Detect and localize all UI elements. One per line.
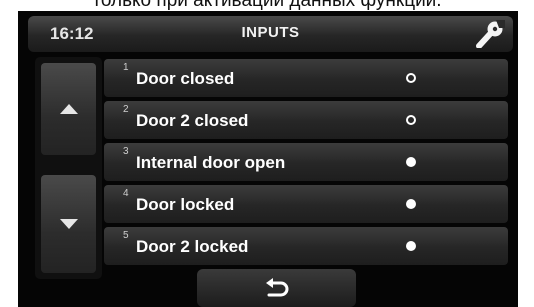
scroll-down-button[interactable] bbox=[41, 175, 96, 273]
status-indicator-off bbox=[406, 73, 416, 83]
back-button[interactable] bbox=[197, 269, 356, 307]
back-arrow-icon bbox=[265, 278, 288, 297]
input-label: Door closed bbox=[136, 69, 235, 88]
input-label: Door 2 locked bbox=[136, 237, 249, 256]
scroll-panel bbox=[35, 57, 102, 279]
input-row[interactable]: 4 Door locked bbox=[104, 185, 508, 223]
status-indicator-on bbox=[406, 157, 416, 167]
input-number: 5 bbox=[123, 230, 129, 241]
wrench-icon[interactable] bbox=[475, 20, 505, 49]
input-row[interactable]: 5 Door 2 locked bbox=[104, 227, 508, 265]
input-number: 1 bbox=[123, 62, 129, 73]
page-caption: только при активации данных функций. bbox=[92, 0, 442, 11]
header-bar: 16:12 INPUTS bbox=[28, 16, 513, 52]
page-title: INPUTS bbox=[241, 24, 300, 41]
status-indicator-on bbox=[406, 241, 416, 251]
input-row[interactable]: 2 Door 2 closed bbox=[104, 101, 508, 139]
scroll-up-button[interactable] bbox=[41, 63, 96, 155]
input-row[interactable]: 1 Door closed bbox=[104, 59, 508, 97]
input-label: Door locked bbox=[136, 195, 235, 214]
status-indicator-on bbox=[406, 199, 416, 209]
input-row[interactable]: 3 Internal door open bbox=[104, 143, 508, 181]
input-number: 2 bbox=[123, 104, 129, 115]
input-label: Internal door open bbox=[136, 153, 286, 172]
input-label: Door 2 closed bbox=[136, 111, 249, 130]
input-number: 3 bbox=[123, 146, 129, 157]
status-indicator-off bbox=[406, 115, 416, 125]
input-number: 4 bbox=[123, 188, 129, 199]
device-screen: 16:12 INPUTS 1 Door closed 2 Door 2 clos… bbox=[18, 11, 518, 307]
arrow-down-icon bbox=[59, 219, 78, 229]
arrow-up-icon bbox=[59, 104, 78, 114]
